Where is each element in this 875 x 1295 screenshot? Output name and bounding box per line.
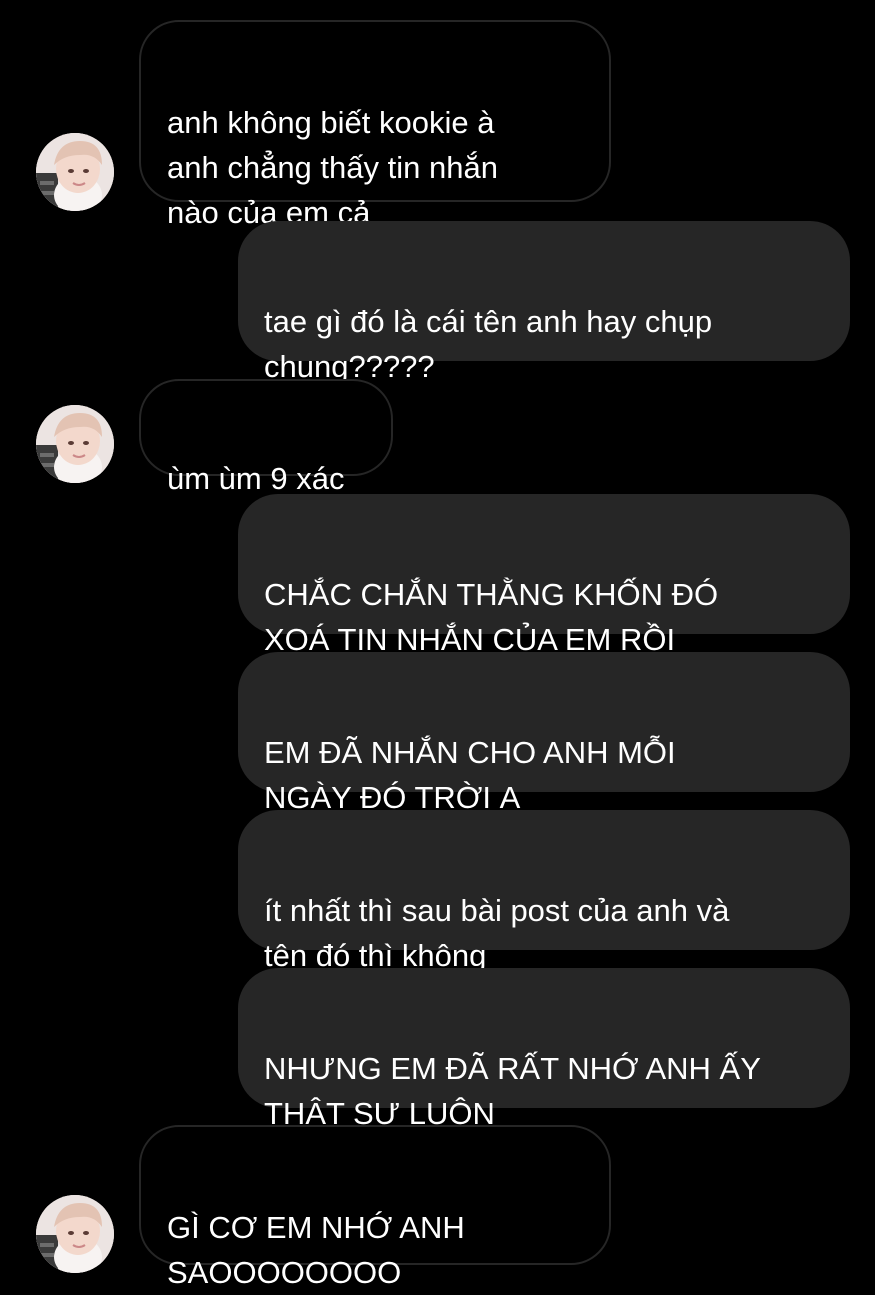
message-text: EM ĐÃ NHẮN CHO ANH MỖI NGÀY ĐÓ TRỜI Ạ: [264, 735, 676, 815]
incoming-message-bubble[interactable]: ùm ùm 9 xác: [139, 379, 393, 496]
message-text: ít nhất thì sau bài post của anh và tên …: [264, 893, 730, 973]
incoming-message-bubble[interactable]: anh không biết kookie à anh chẳng thấy t…: [139, 20, 611, 230]
message-text: CHẮC CHẮN THẰNG KHỐN ĐÓ XOÁ TIN NHẮN CỦA…: [264, 577, 719, 657]
sender-avatar[interactable]: [36, 405, 114, 483]
message-text: tae gì đó là cái tên anh hay chụp chung?…: [264, 304, 713, 384]
outgoing-message-bubble[interactable]: ít nhất thì sau bài post của anh và tên …: [238, 810, 850, 973]
outgoing-message-bubble[interactable]: CHẮC CHẮN THẰNG KHỐN ĐÓ XOÁ TIN NHẮN CỦA…: [238, 494, 850, 657]
incoming-message-bubble[interactable]: GÌ CƠ EM NHỚ ANH SAOOOOOOOO: [139, 1125, 611, 1290]
sender-avatar[interactable]: [36, 133, 114, 211]
message-text: anh không biết kookie à anh chẳng thấy t…: [167, 105, 498, 230]
message-text: NHƯNG EM ĐÃ RẤT NHỚ ANH ẤY THẬT SỰ LUÔN: [264, 1051, 761, 1131]
outgoing-message-bubble[interactable]: tae gì đó là cái tên anh hay chụp chung?…: [238, 221, 850, 384]
message-thread: anh không biết kookie à anh chẳng thấy t…: [0, 0, 875, 1290]
message-text: ùm ùm 9 xác: [167, 461, 345, 496]
message-text: GÌ CƠ EM NHỚ ANH SAOOOOOOOO: [167, 1210, 465, 1290]
outgoing-message-bubble[interactable]: EM ĐÃ NHẮN CHO ANH MỖI NGÀY ĐÓ TRỜI Ạ: [238, 652, 850, 815]
outgoing-message-bubble[interactable]: NHƯNG EM ĐÃ RẤT NHỚ ANH ẤY THẬT SỰ LUÔN: [238, 968, 850, 1131]
sender-avatar[interactable]: [36, 1195, 114, 1273]
